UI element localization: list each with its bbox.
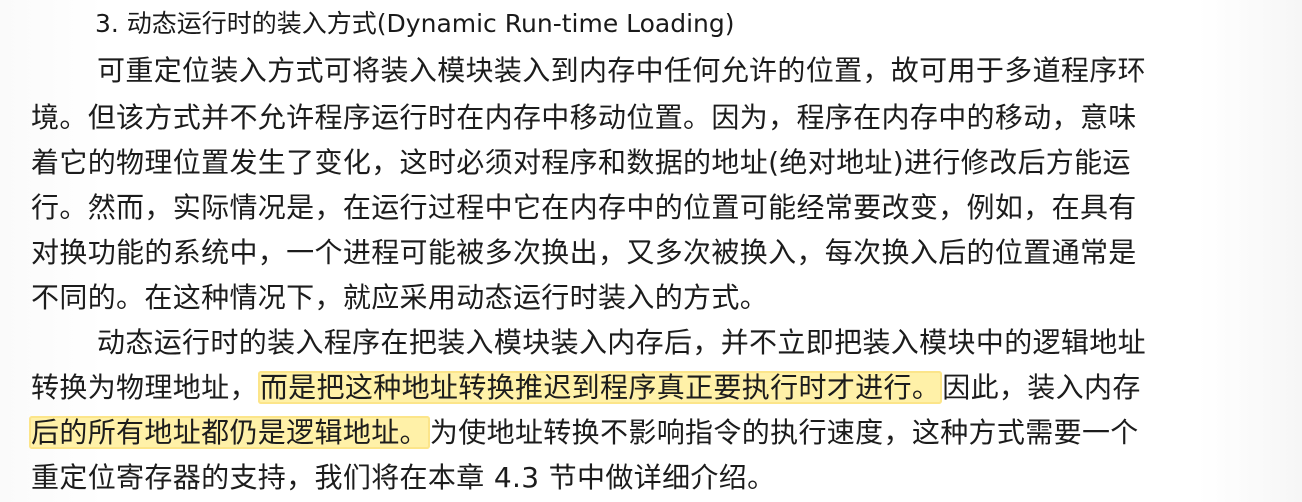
- text-line-3: 着它的物理位置发生了变化，这时必须对程序和数据的地址(绝对地址)进行修改后方能运: [31, 146, 1131, 179]
- text-line-5: 对换功能的系统中，一个进程可能被多次换出，又多次被换入，每次换入后的位置通常是: [31, 236, 1137, 269]
- text-line-2: 境。但该方式并不允许程序运行时在内存中移动位置。因为，程序在内存中的移动，意味: [31, 101, 1137, 134]
- text-line-4: 行。然而，实际情况是，在运行过程中它在内存中的位置可能经常要改变，例如，在具有: [31, 191, 1137, 224]
- text-line-9: 后的所有地址都仍是逻辑地址。为使地址转换不影响指令的执行速度，这种方式需要一个: [29, 411, 1139, 455]
- document-page: 3. 动态运行时的装入方式(Dynamic Run-time Loading) …: [0, 0, 1302, 502]
- text-line-8-before: 转换为物理地址，: [31, 371, 258, 404]
- text-line-8: 转换为物理地址，而是把这种地址转换推迟到程序真正要执行时才进行。因此，装入内存: [31, 366, 1141, 410]
- text-line-10: 重定位寄存器的支持，我们将在本章 4.3 节中做详细介绍。: [31, 461, 776, 494]
- text-line-8-after: 因此，装入内存: [942, 371, 1141, 404]
- highlighted-text-2: 后的所有地址都仍是逻辑地址。: [29, 416, 430, 449]
- section-heading: 3. 动态运行时的装入方式(Dynamic Run-time Loading): [95, 9, 735, 38]
- text-line-6: 不同的。在这种情况下，就应采用动态运行时装入的方式。: [31, 281, 769, 314]
- text-line-1: 可重定位装入方式可将装入模块装入到内存中任何允许的位置，故可用于多道程序环: [97, 54, 1146, 87]
- text-line-7: 动态运行时的装入程序在把装入模块装入内存后，并不立即把装入模块中的逻辑地址: [97, 326, 1146, 359]
- highlighted-text-1: 而是把这种地址转换推迟到程序真正要执行时才进行。: [257, 371, 943, 404]
- text-line-9-after: 为使地址转换不影响指令的执行速度，这种方式需要一个: [429, 416, 1139, 449]
